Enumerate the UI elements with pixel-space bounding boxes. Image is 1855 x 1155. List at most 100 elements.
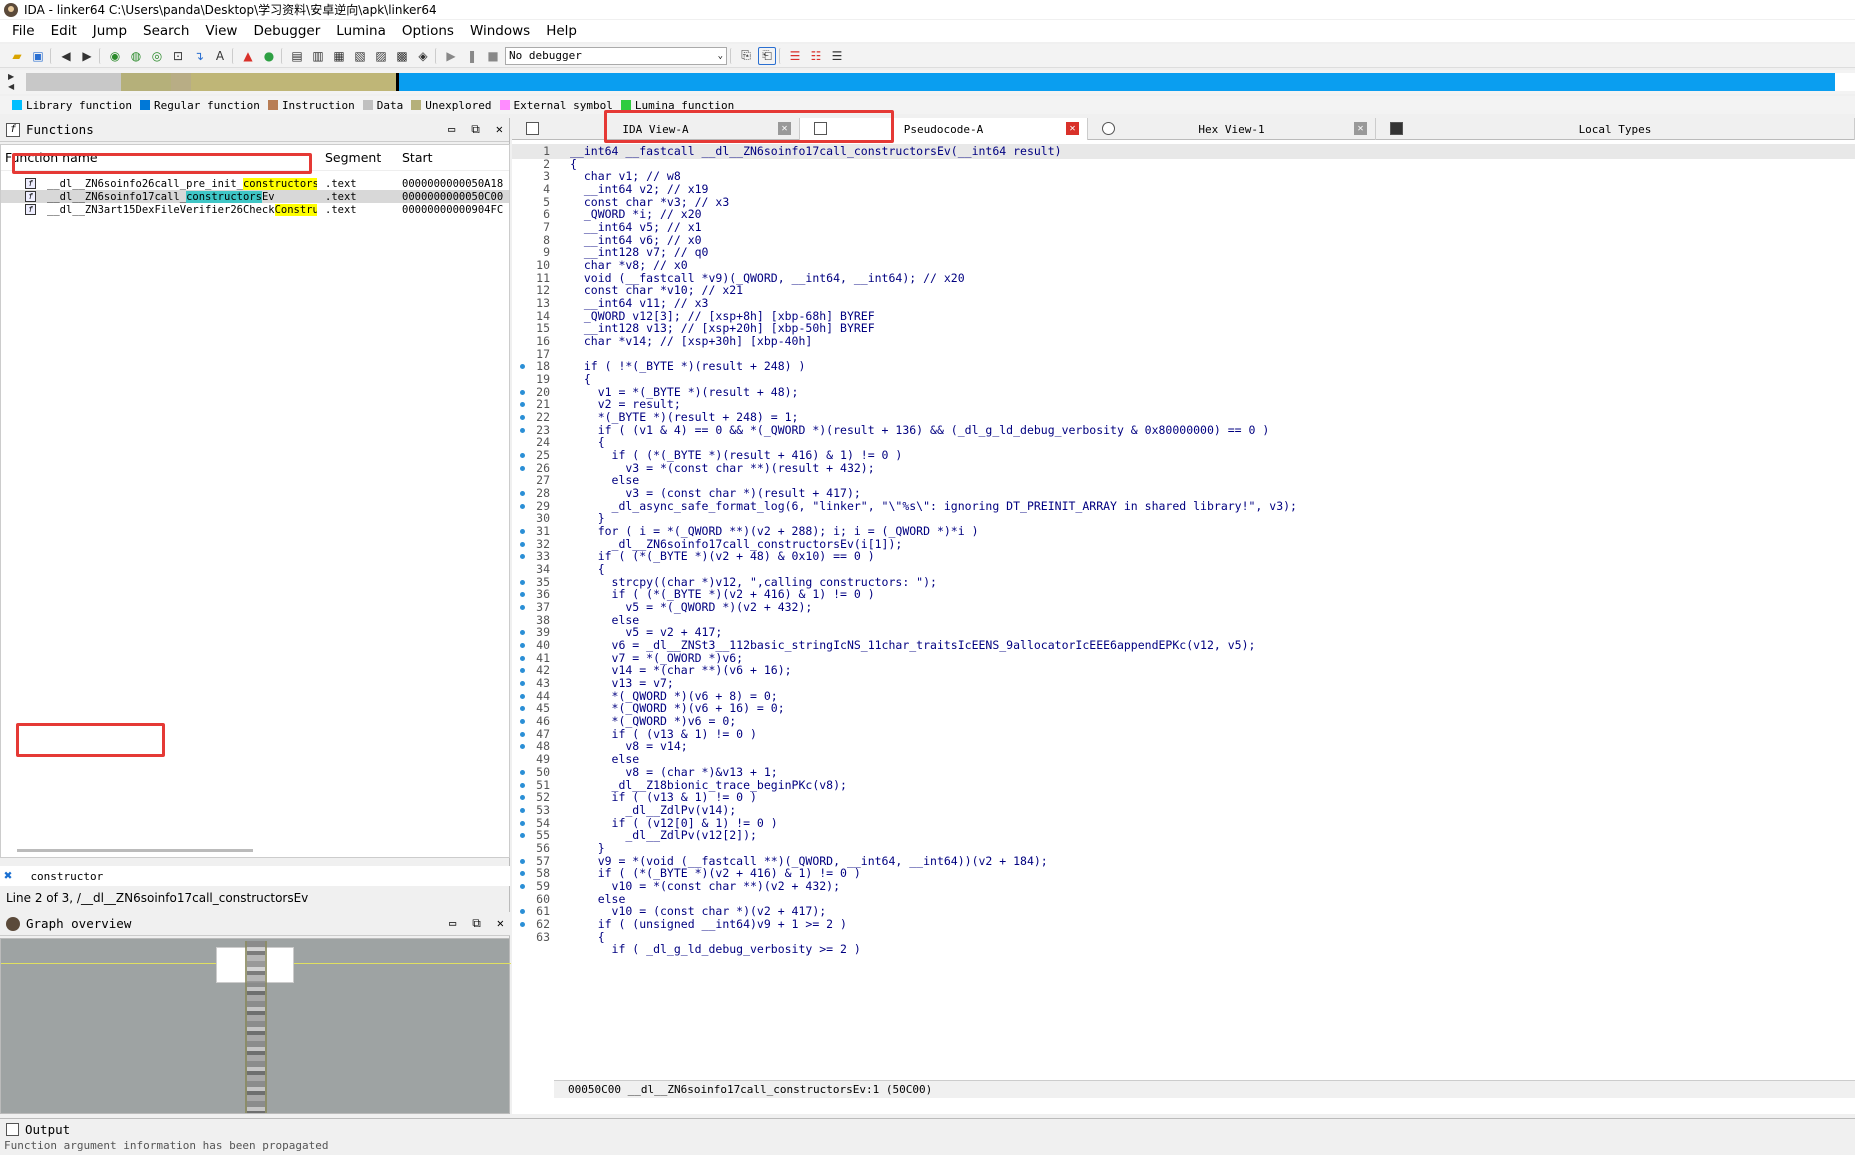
view-tabs: IDA View-A ✕ Pseudocode-A ✕ Hex View-1 ✕…: [512, 118, 1855, 140]
legend-item: Library function: [12, 99, 132, 112]
legend: Library function Regular function Instru…: [0, 96, 1855, 114]
column-start[interactable]: Start: [402, 150, 433, 165]
legend-label: Regular function: [153, 98, 260, 112]
proximity-icon[interactable]: ◍: [127, 47, 145, 65]
function-start: 00000000000904FC: [402, 203, 504, 216]
menu-view[interactable]: View: [197, 23, 245, 39]
code-line[interactable]: if ( _dl_g_ld_debug_verbosity >= 2 ): [512, 942, 1855, 957]
function-row-selected[interactable]: f __dl__ZN6soinfo17call_constructorsEv .…: [1, 190, 509, 203]
data-icon[interactable]: ▥: [309, 47, 327, 65]
enum-icon[interactable]: ▩: [393, 47, 411, 65]
patch-icon[interactable]: ◈: [414, 47, 432, 65]
legend-label: External symbol: [513, 98, 613, 112]
horizontal-scrollbar[interactable]: [17, 849, 253, 852]
legend-label: Data: [376, 98, 404, 112]
jump-icon[interactable]: ↴: [190, 47, 208, 65]
segment-data: [26, 73, 121, 91]
text-icon[interactable]: A: [211, 47, 229, 65]
back-arrow-icon[interactable]: ◀: [57, 47, 75, 65]
step-over-icon[interactable]: ⎗: [758, 46, 776, 65]
menu-file[interactable]: File: [4, 23, 43, 39]
output-title: Output: [25, 1121, 71, 1137]
function-row[interactable]: f __dl__ZN3art15DexFileVerifier26CheckCo…: [1, 203, 509, 216]
close-icon[interactable]: ✕: [1354, 122, 1367, 135]
float-icon[interactable]: ⧉: [471, 122, 480, 137]
close-icon[interactable]: ✕: [496, 122, 503, 137]
menu-debugger[interactable]: Debugger: [245, 23, 328, 39]
green-circle-icon[interactable]: ●: [260, 47, 278, 65]
forward-arrow-icon[interactable]: ▶: [78, 47, 96, 65]
menu-help[interactable]: Help: [538, 23, 585, 39]
navigation-band[interactable]: ▶ ◀: [0, 70, 1855, 94]
pseudocode-view[interactable]: 1 __int64 __fastcall __dl__ZN6soinfo17cal…: [512, 143, 1855, 1080]
minimize-icon[interactable]: ▭: [449, 916, 456, 931]
tab-ida-view-a[interactable]: IDA View-A ✕: [512, 118, 800, 140]
code-icon[interactable]: ▤: [288, 47, 306, 65]
functions-list[interactable]: Function name Segment Start f __dl__ZN6s…: [0, 144, 510, 858]
graph-overview-header: Graph overview ▭ ⧉ ✕: [0, 912, 510, 936]
struct-icon[interactable]: ▨: [372, 47, 390, 65]
pause-icon[interactable]: ❚: [463, 47, 481, 65]
pseudocode-icon: [814, 122, 827, 135]
nav-scroll-arrows-icon[interactable]: ▶ ◀: [8, 72, 14, 92]
pseudocode-status: 00050C00 __dl__ZN6soinfo17call_construct…: [554, 1080, 1855, 1098]
minimize-icon[interactable]: ▭: [448, 122, 455, 137]
list-add-icon[interactable]: ☷: [807, 47, 825, 65]
open-folder-icon[interactable]: ▰: [8, 47, 26, 65]
tab-label: Local Types: [1578, 122, 1652, 136]
graph-view-icon[interactable]: ◉: [106, 47, 124, 65]
graph-overview-canvas[interactable]: [0, 938, 511, 1114]
function-icon: f: [6, 122, 20, 137]
run-icon[interactable]: ▶: [442, 47, 460, 65]
save-icon[interactable]: ▣: [29, 47, 47, 65]
xref-icon[interactable]: ⊡: [169, 47, 187, 65]
close-icon[interactable]: ✕: [497, 916, 504, 931]
menu-windows[interactable]: Windows: [462, 23, 538, 39]
clear-filter-icon[interactable]: ✖: [4, 868, 12, 884]
local-types-icon: [1390, 122, 1403, 135]
list-remove-icon[interactable]: ☰: [828, 47, 846, 65]
tab-pseudocode-a[interactable]: Pseudocode-A ✕: [800, 118, 1088, 140]
function-icon: f: [25, 178, 36, 189]
segment-unexplored: [191, 73, 396, 91]
hex-icon[interactable]: ▧: [351, 47, 369, 65]
function-segment: .text: [325, 203, 357, 216]
segment-unexplored: [171, 73, 191, 91]
debugger-select[interactable]: No debugger ⌄: [505, 46, 727, 65]
toolbar-separator: [779, 47, 783, 64]
list-icon[interactable]: ☰: [786, 47, 804, 65]
toolbar-separator: [435, 47, 439, 64]
legend-item: Regular function: [139, 98, 260, 112]
column-function-name[interactable]: Function name: [5, 150, 98, 165]
function-name: __dl__ZN6soinfo17call_constructorsEv: [47, 190, 275, 203]
menu-edit[interactable]: Edit: [43, 23, 85, 39]
menu-search[interactable]: Search: [135, 23, 197, 39]
tab-label: IDA View-A: [622, 122, 689, 136]
menu-lumina[interactable]: Lumina: [328, 23, 394, 39]
float-icon[interactable]: ⧉: [472, 916, 481, 931]
function-start: 0000000000050C00: [402, 190, 504, 203]
function-segment: .text: [325, 177, 357, 190]
column-segment[interactable]: Segment: [325, 150, 381, 165]
function-name: __dl__ZN3art15DexFileVerifier26CheckCons…: [47, 203, 317, 216]
strings-icon[interactable]: ▦: [330, 47, 348, 65]
segment-end: [1835, 73, 1855, 91]
close-icon[interactable]: ✕: [1066, 122, 1079, 135]
tab-local-types[interactable]: Local Types: [1376, 118, 1855, 140]
filter-input[interactable]: constructor: [30, 870, 103, 883]
function-row[interactable]: f __dl__ZN6soinfo26call_pre_init_constru…: [1, 177, 509, 190]
menu-bar: File Edit Jump Search View Debugger Lumi…: [0, 20, 1855, 42]
quick-filter[interactable]: ✖ constructor: [0, 866, 510, 886]
breakpoint-icon[interactable]: ▲: [239, 47, 257, 65]
close-icon[interactable]: ✕: [778, 122, 791, 135]
legend-swatch: [499, 100, 510, 110]
structure-icon[interactable]: ◎: [148, 47, 166, 65]
menu-jump[interactable]: Jump: [85, 23, 135, 39]
tab-hex-view-1[interactable]: Hex View-1 ✕: [1088, 118, 1376, 140]
functions-header-row: Function name Segment Start: [1, 145, 509, 171]
navigation-segments[interactable]: [26, 73, 1855, 91]
step-icon[interactable]: ⎘: [737, 47, 755, 65]
code-text: if ( _dl_g_ld_debug_verbosity >= 2 ): [570, 942, 861, 957]
menu-options[interactable]: Options: [394, 23, 462, 39]
stop-icon[interactable]: ■: [484, 47, 502, 65]
